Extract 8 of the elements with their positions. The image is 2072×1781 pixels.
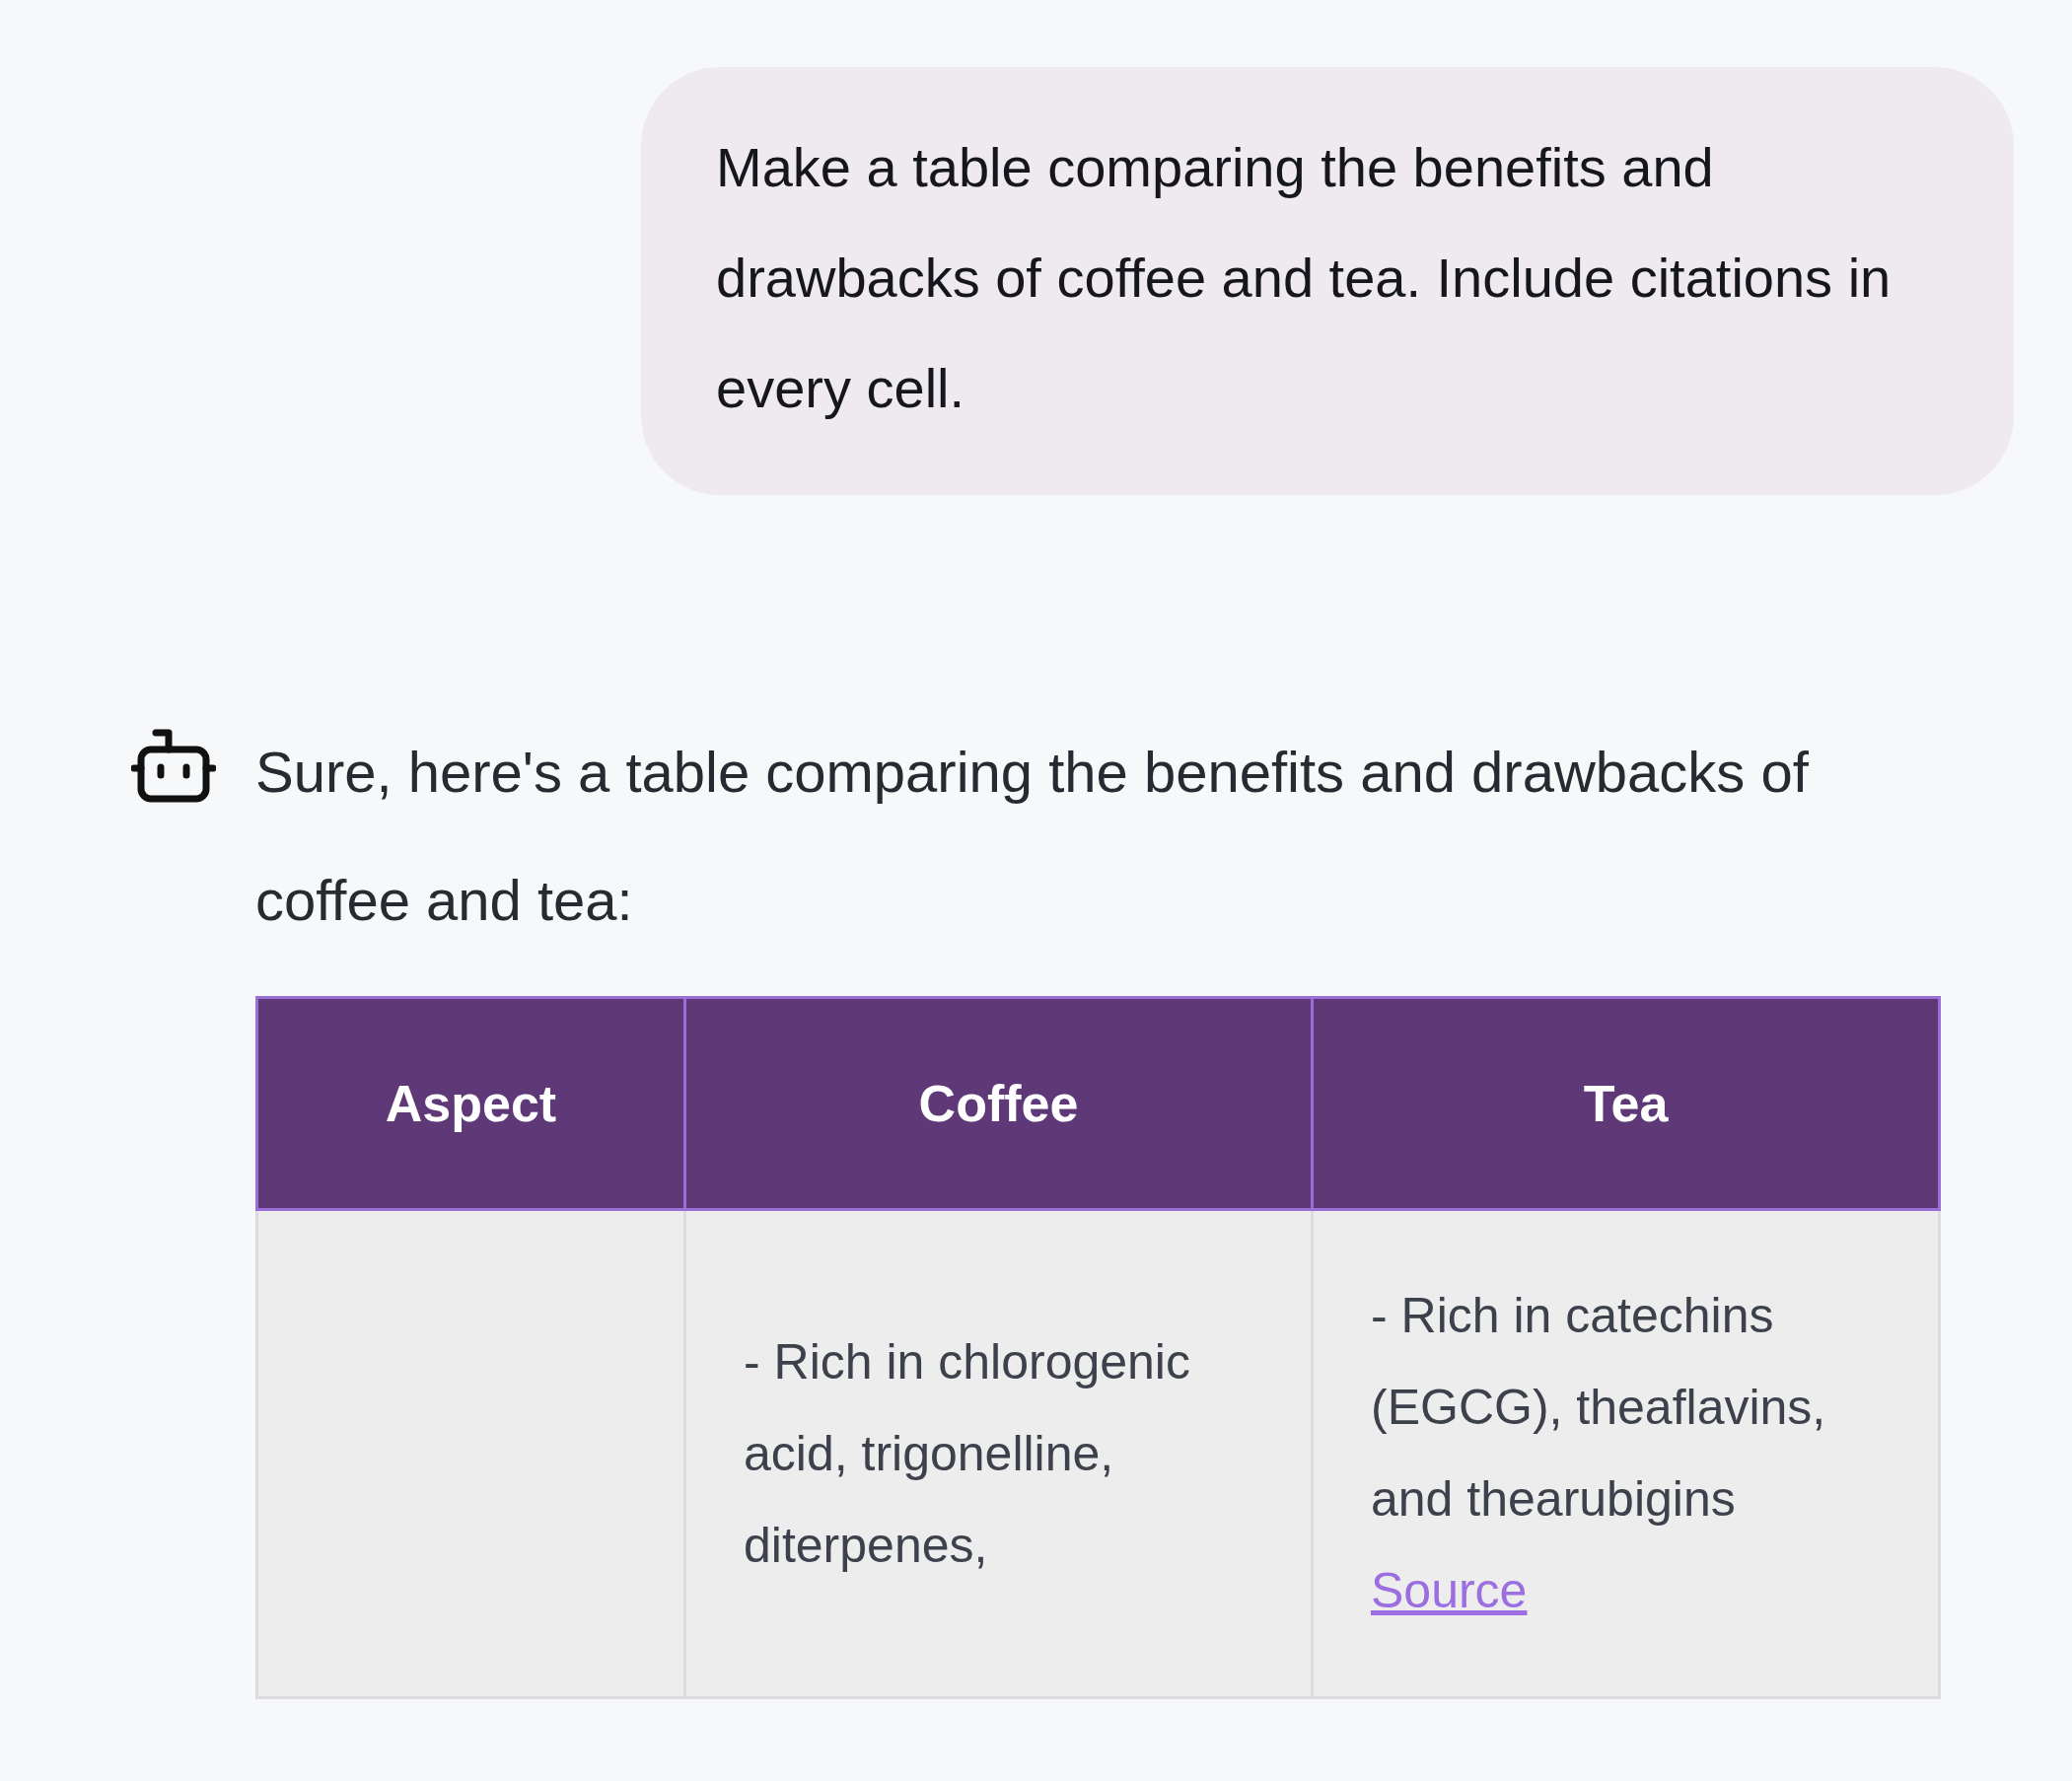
cell-text: - Rich in catechins (EGCG), theaflavins, and thearubigins (1371, 1287, 1827, 1529)
cell-text: - Rich in chlorogenic acid, trigonelline, diterpenes, (744, 1332, 1191, 1575)
column-header: Aspect (256, 997, 685, 1210)
user-message-text: Make a table comparing the benefits and drawbacks of coffee and tea. Include citations in every cell. (716, 136, 1892, 419)
column-header: Tea (1312, 997, 1940, 1210)
column-header: Coffee (684, 997, 1313, 1210)
assistant-message-text: Sure, here's a table comparing the benefits and drawbacks of coffee and tea: (255, 739, 1810, 934)
source-link[interactable]: Source (1371, 1545, 1528, 1637)
